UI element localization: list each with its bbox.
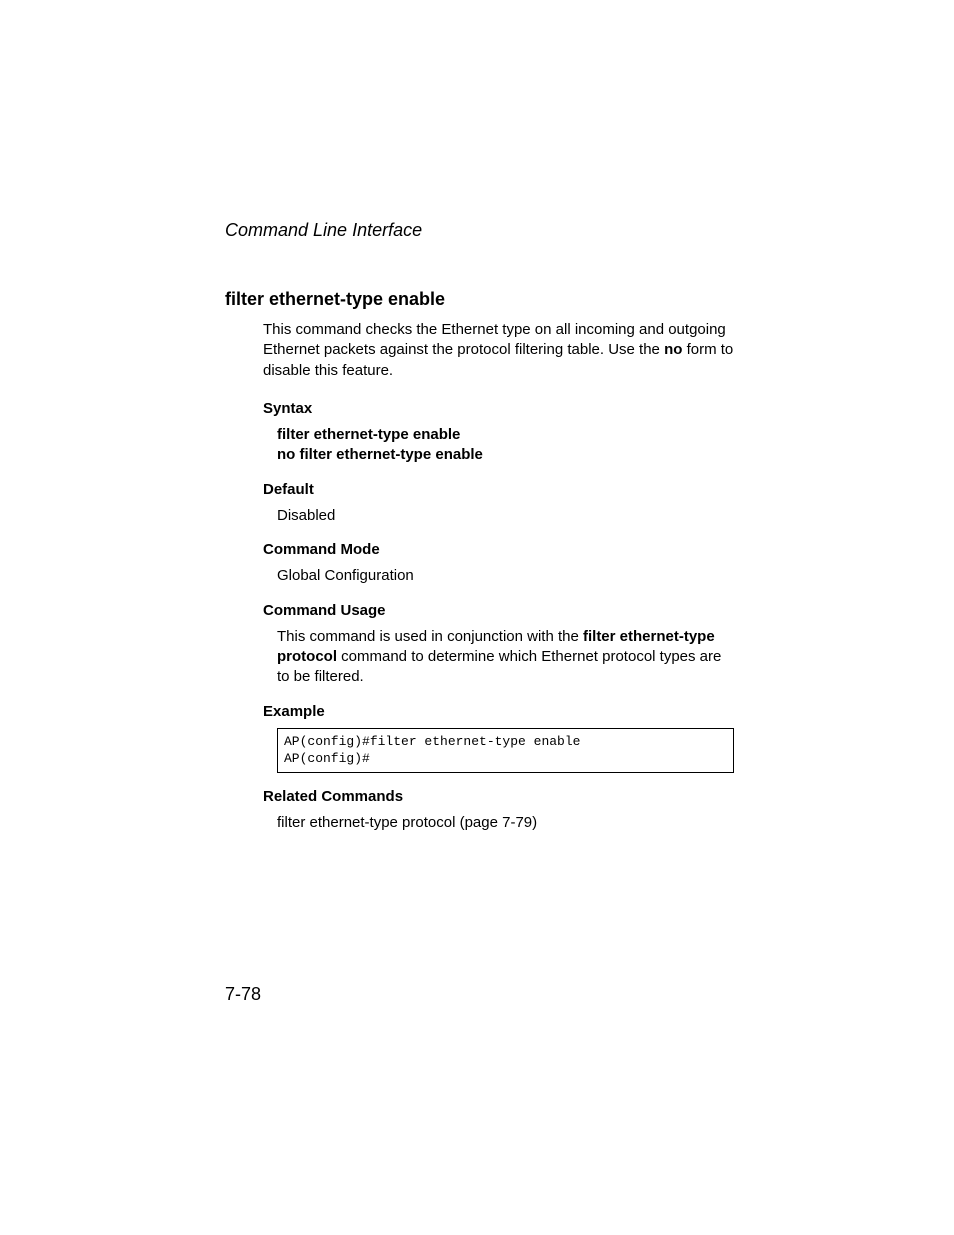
example-code: AP(config)#filter ethernet-type enable A… [277, 728, 734, 773]
syntax-line-2: no filter ethernet-type enable [277, 445, 734, 465]
default-value: Disabled [277, 506, 734, 526]
intro-paragraph: This command checks the Ethernet type on… [263, 320, 734, 381]
mode-value: Global Configuration [277, 566, 734, 586]
page: Command Line Interface filter ethernet-t… [0, 0, 954, 1235]
related-value: filter ethernet-type protocol (page 7-79… [277, 813, 734, 833]
intro-pre: This command checks the Ethernet type on… [263, 321, 726, 358]
section-title: filter ethernet-type enable [225, 289, 734, 310]
usage-pre: This command is used in conjunction with… [277, 628, 583, 645]
syntax-block: filter ethernet-type enable no filter et… [277, 425, 734, 466]
intro-bold: no [664, 341, 682, 358]
body-content: This command checks the Ethernet type on… [263, 320, 734, 833]
default-heading: Default [263, 480, 734, 500]
running-header: Command Line Interface [225, 220, 734, 241]
usage-heading: Command Usage [263, 601, 734, 621]
page-number: 7-78 [225, 984, 261, 1005]
usage-post: command to determine which Ethernet prot… [277, 648, 721, 685]
related-heading: Related Commands [263, 787, 734, 807]
example-heading: Example [263, 702, 734, 722]
syntax-line-1: filter ethernet-type enable [277, 425, 734, 445]
mode-heading: Command Mode [263, 540, 734, 560]
usage-paragraph: This command is used in conjunction with… [277, 627, 734, 688]
syntax-heading: Syntax [263, 399, 734, 419]
